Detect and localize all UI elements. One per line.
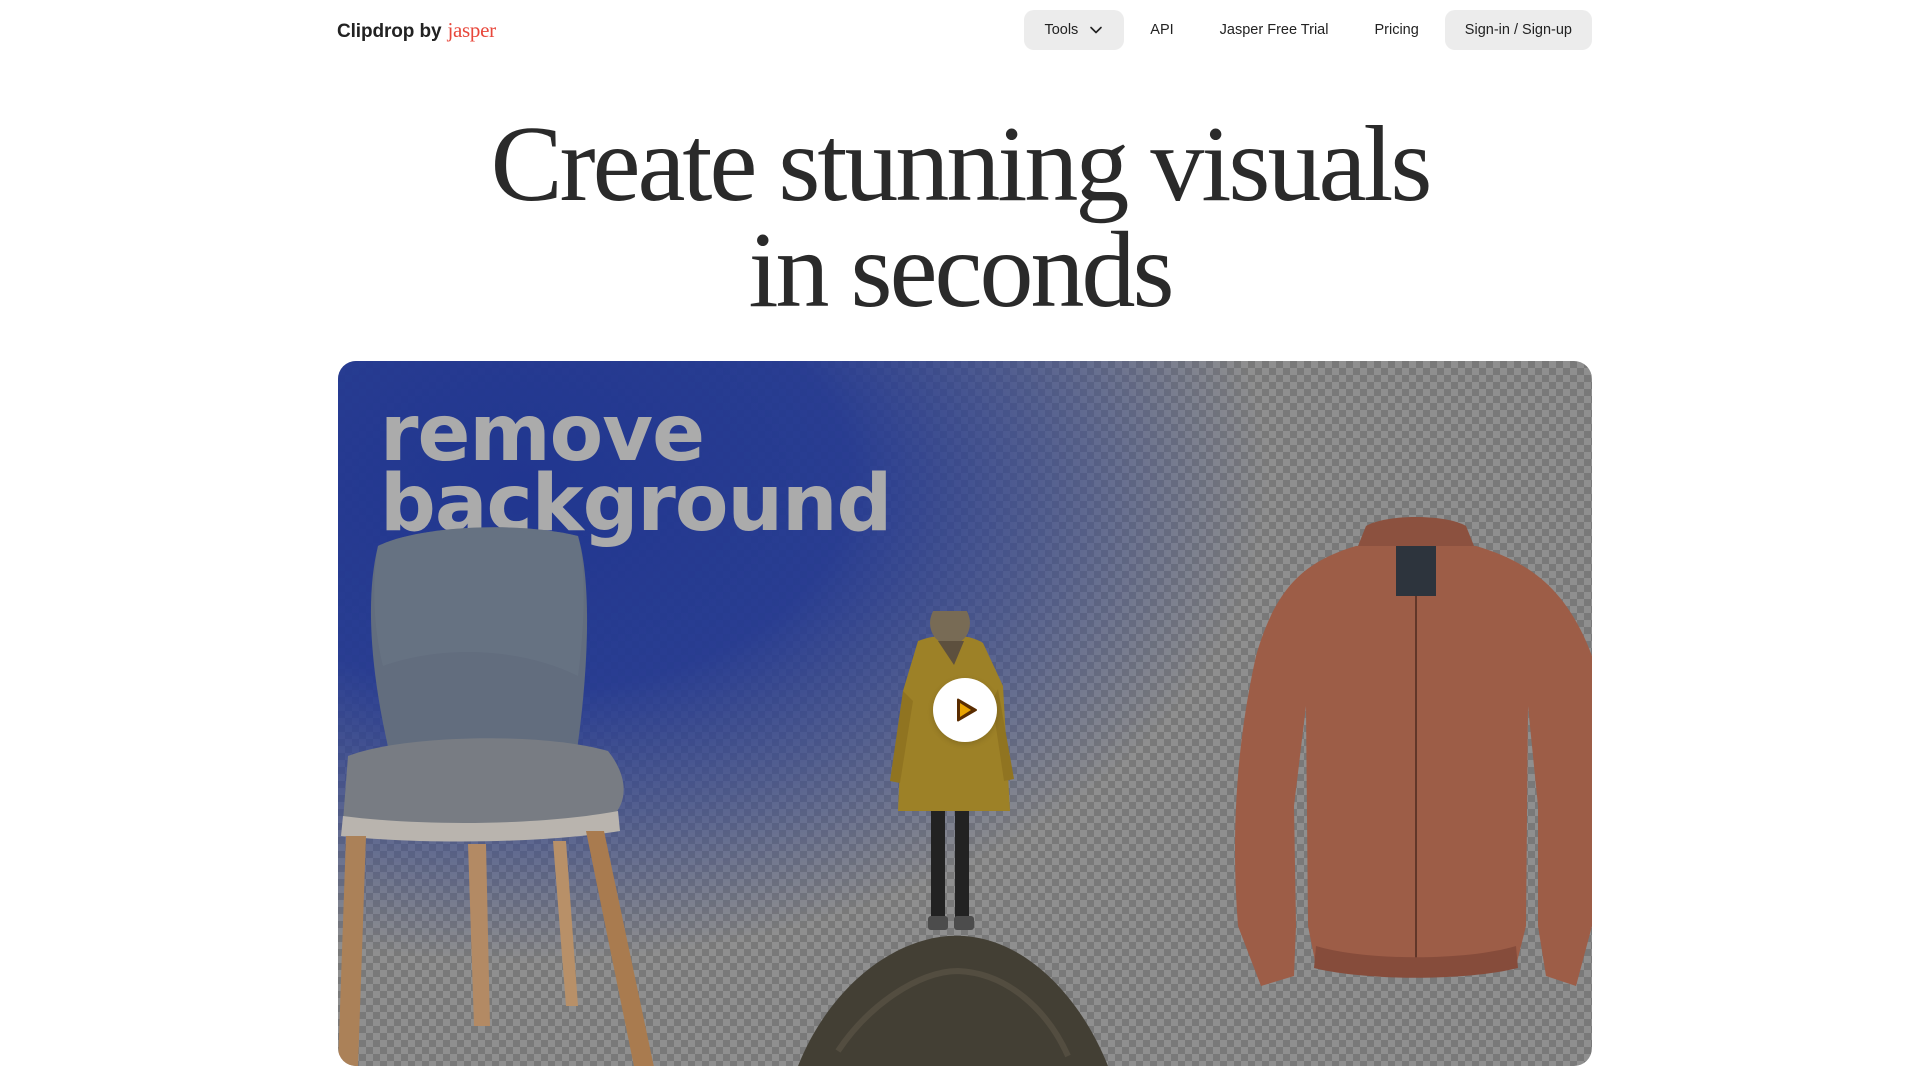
tools-label: Tools [1044,22,1079,38]
top-navbar: Clipdrop by jasper Tools API Jasper Free… [337,10,1592,50]
play-button[interactable] [933,678,997,742]
hero-title-line-1: Create stunning visuals [490,105,1433,224]
hero-title-line-2: in seconds [748,211,1175,330]
pricing-link[interactable]: Pricing [1354,10,1438,50]
chevron-down-icon [1088,22,1104,38]
signin-signup-button[interactable]: Sign-in / Sign-up [1444,10,1592,50]
clipdrop-logo[interactable]: Clipdrop by jasper [337,18,496,43]
logo-text: Clipdrop by [337,20,442,42]
main-nav: Tools API Jasper Free Trial Pricing Sign… [1024,10,1592,50]
jasper-brand: jasper [447,17,496,42]
jasper-free-trial-link[interactable]: Jasper Free Trial [1200,10,1349,50]
hero-video[interactable]: remove background [338,361,1592,1066]
hero-title: Create stunning visuals in seconds [0,105,1920,330]
play-icon [957,698,977,722]
tools-menu-button[interactable]: Tools [1024,10,1125,50]
api-link[interactable]: API [1130,10,1193,50]
